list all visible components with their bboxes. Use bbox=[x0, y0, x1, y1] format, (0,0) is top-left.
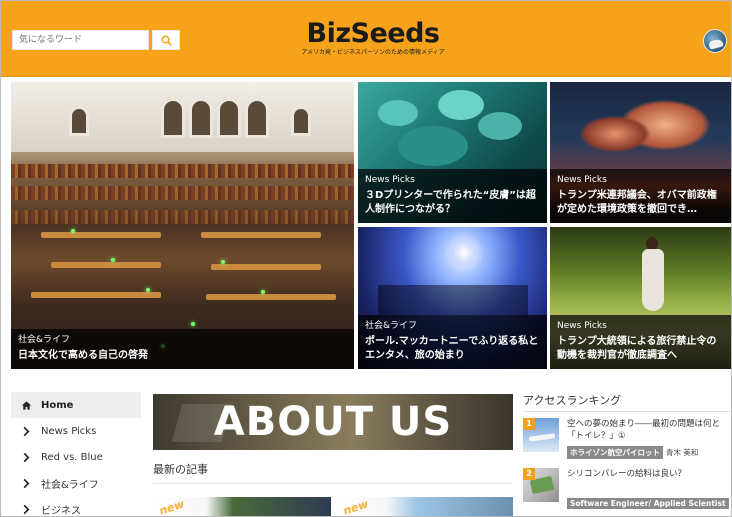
author-role-tag: ホライゾン航空パイロット bbox=[567, 446, 663, 459]
chevron-right-icon bbox=[19, 450, 33, 464]
hero-card-2[interactable]: News Picks トランプ米連邦議会、オバマ前政権が定めた環境政策を撤回でき… bbox=[550, 82, 731, 223]
home-icon bbox=[19, 398, 33, 412]
latest-articles-heading: 最新の記事 bbox=[153, 463, 208, 476]
avatar[interactable] bbox=[703, 29, 727, 53]
about-us-banner[interactable]: ABOUT US bbox=[153, 394, 513, 450]
article-title[interactable]: 日本文化で高める自己の啓発 bbox=[18, 349, 347, 363]
chevron-right-icon bbox=[19, 476, 33, 490]
hero-card-1-caption: News Picks ３Dプリンターで作られた“皮膚”は超人制作につながる？ bbox=[358, 169, 547, 223]
ranking-thumb: 1 bbox=[523, 418, 559, 452]
chevron-right-icon bbox=[19, 502, 33, 516]
sidebar-item-home[interactable]: Home bbox=[11, 392, 141, 418]
hero-main-card[interactable]: 社会&ライフ 日本文化で高める自己の啓発 bbox=[11, 82, 354, 369]
hero-card-4[interactable]: News Picks トランプ大統領による旅行禁止令の動機を裁判官が徹底調査へ bbox=[550, 227, 731, 369]
sidebar-item-society-life[interactable]: 社会&ライフ bbox=[11, 470, 141, 496]
article-title[interactable]: トランプ大統領による旅行禁止令の動機を裁判官が徹底調査へ bbox=[557, 335, 726, 363]
banner-text: ABOUT US bbox=[213, 399, 453, 445]
sidebar-item-business[interactable]: ビジネス bbox=[11, 496, 141, 517]
new-badge: new bbox=[341, 497, 370, 517]
ranking-heading: アクセスランキング bbox=[523, 394, 622, 407]
category-label: 社会&ライフ bbox=[365, 321, 418, 331]
ranking-item[interactable]: 2 シリコンバレーの給料は良い？ Software Engineer/ Appl… bbox=[523, 468, 731, 514]
site-logo[interactable]: BizSeeds アメリカ発・ビジネスパーソンのための情報メディア bbox=[293, 19, 453, 57]
article-title[interactable]: ３Dプリンターで作られた“皮膚”は超人制作につながる？ bbox=[365, 189, 540, 217]
sidebar-item-news-picks[interactable]: News Picks bbox=[11, 418, 141, 444]
sidebar-item-label: Home bbox=[41, 399, 74, 411]
ranking-title[interactable]: シリコンバレーの給料は良い？ bbox=[567, 468, 731, 480]
ranking-title[interactable]: 空への夢の始まり――最初の問題は何と「トイレ？」① bbox=[567, 418, 731, 442]
site-header: BizSeeds アメリカ発・ビジネスパーソンのための情報メディア bbox=[1, 1, 731, 77]
divider bbox=[153, 483, 513, 484]
search-input[interactable] bbox=[12, 30, 149, 50]
latest-article-thumb[interactable]: new bbox=[153, 497, 331, 517]
page: BizSeeds アメリカ発・ビジネスパーソンのための情報メディア bbox=[0, 0, 732, 517]
rank-number: 2 bbox=[523, 468, 535, 480]
hero-card-2-caption: News Picks トランプ米連邦議会、オバマ前政権が定めた環境政策を撤回でき… bbox=[550, 169, 731, 223]
library-image bbox=[11, 82, 354, 152]
logo-text: BizSeeds bbox=[306, 18, 440, 49]
hero-card-3[interactable]: 社会&ライフ ポール.マッカートニーでふり返る私とエンタメ、旅の始まり bbox=[358, 227, 547, 369]
sidebar-item-label: Red vs. Blue bbox=[41, 451, 103, 463]
new-badge: new bbox=[157, 497, 186, 517]
chevron-right-icon bbox=[19, 424, 33, 438]
sidebar-item-red-vs-blue[interactable]: Red vs. Blue bbox=[11, 444, 141, 470]
sidebar-item-label: News Picks bbox=[41, 425, 97, 437]
category-label: News Picks bbox=[557, 175, 607, 185]
latest-article-thumb[interactable]: new bbox=[337, 497, 513, 517]
sidebar-nav: Home News Picks Red vs. Blue 社会&ライフ ビジネス bbox=[11, 392, 141, 517]
sidebar-item-label: ビジネス bbox=[41, 505, 81, 517]
search-icon bbox=[161, 35, 172, 46]
divider bbox=[523, 411, 731, 412]
ranking-meta: Software Engineer/ Applied Scientist bbox=[567, 498, 731, 509]
article-title[interactable]: ポール.マッカートニーでふり返る私とエンタメ、旅の始まり bbox=[365, 335, 540, 363]
author-name: 青木 美和 bbox=[666, 448, 699, 457]
article-title[interactable]: トランプ米連邦議会、オバマ前政権が定めた環境政策を撤回でき… bbox=[557, 189, 726, 217]
ranking-thumb: 2 bbox=[523, 468, 559, 502]
hero-card-1[interactable]: News Picks ３Dプリンターで作られた“皮膚”は超人制作につながる？ bbox=[358, 82, 547, 223]
author-role-tag: Software Engineer/ Applied Scientist bbox=[567, 498, 729, 509]
ranking-meta: ホライゾン航空パイロット 青木 美和 bbox=[567, 446, 698, 459]
hero-main-caption: 社会&ライフ 日本文化で高める自己の啓発 bbox=[11, 329, 354, 369]
rank-number: 1 bbox=[523, 418, 535, 430]
search-button[interactable] bbox=[152, 30, 180, 50]
category-label: News Picks bbox=[557, 321, 607, 331]
category-label: News Picks bbox=[365, 175, 415, 185]
sidebar-item-label: 社会&ライフ bbox=[41, 479, 99, 491]
category-label: 社会&ライフ bbox=[18, 335, 71, 345]
ranking-item[interactable]: 1 空への夢の始まり――最初の問題は何と「トイレ？」① ホライゾン航空パイロット… bbox=[523, 418, 731, 464]
logo-tagline: アメリカ発・ビジネスパーソンのための情報メディア bbox=[301, 49, 445, 56]
hero-card-3-caption: 社会&ライフ ポール.マッカートニーでふり返る私とエンタメ、旅の始まり bbox=[358, 315, 547, 369]
hero-card-4-caption: News Picks トランプ大統領による旅行禁止令の動機を裁判官が徹底調査へ bbox=[550, 315, 731, 369]
